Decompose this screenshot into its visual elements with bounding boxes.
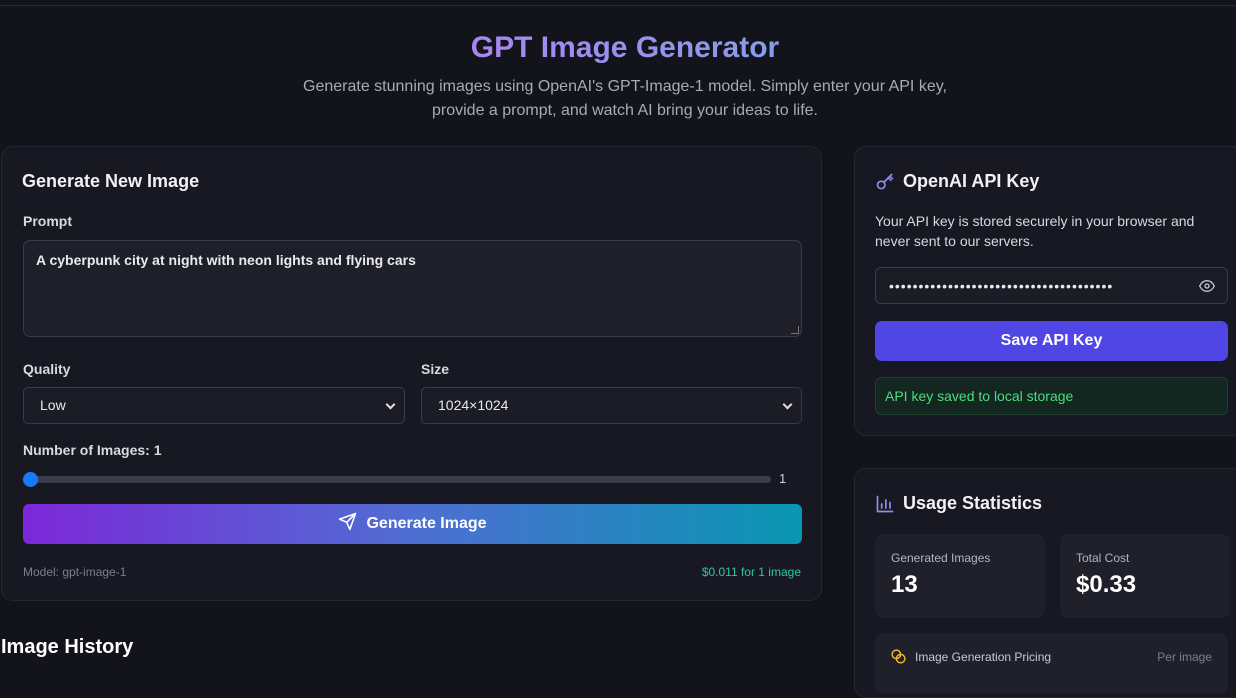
generated-images-value: 13 xyxy=(891,571,918,598)
pricing-unit: Per image xyxy=(1157,650,1212,664)
usage-stats-heading: Usage Statistics xyxy=(903,493,1043,513)
save-api-key-button[interactable]: Save API Key xyxy=(875,321,1228,361)
coins-icon xyxy=(890,648,907,670)
image-count-label: Number of Images: 1 xyxy=(23,442,162,458)
page-subtitle: Generate stunning images using OpenAI's … xyxy=(303,78,947,119)
generate-card: Generate New Image Prompt A cyberpunk ci… xyxy=(1,146,822,601)
chevron-down-icon xyxy=(782,399,793,410)
total-cost-stat: Total Cost $0.33 xyxy=(1060,534,1230,618)
api-key-description: Your API key is stored securely in your … xyxy=(875,213,1195,249)
quality-select[interactable]: Low xyxy=(23,387,405,424)
size-label: Size xyxy=(421,361,450,377)
prompt-label: Prompt xyxy=(23,213,72,229)
prompt-input[interactable]: A cyberpunk city at night with neon ligh… xyxy=(23,240,802,337)
model-info: Model: gpt-image-1 xyxy=(23,565,127,579)
pricing-label: Image Generation Pricing xyxy=(915,650,1052,664)
quality-label: Quality xyxy=(23,361,71,377)
usage-stats-card: Usage Statistics Generated Images 13 Tot… xyxy=(854,468,1236,698)
api-key-status-message: API key saved to local storage xyxy=(875,377,1228,415)
image-count-value: 1 xyxy=(779,471,787,486)
pricing-panel: Image Generation Pricing Per image xyxy=(875,633,1228,693)
send-icon xyxy=(338,512,357,536)
api-key-heading: OpenAI API Key xyxy=(903,171,1040,191)
resize-grip-icon[interactable] xyxy=(791,326,799,334)
chevron-down-icon xyxy=(385,399,396,410)
generated-images-stat: Generated Images 13 xyxy=(875,534,1045,618)
key-icon xyxy=(875,172,895,197)
slider-thumb[interactable] xyxy=(23,472,38,487)
total-cost-label: Total Cost xyxy=(1076,551,1130,565)
quality-value: Low xyxy=(40,397,66,413)
api-key-masked-value: •••••••••••••••••••••••••••••••••••••• xyxy=(889,278,1114,294)
generated-images-label: Generated Images xyxy=(891,551,991,565)
api-key-card: OpenAI API Key Your API key is stored se… xyxy=(854,146,1236,436)
image-count-slider[interactable] xyxy=(23,476,771,483)
generate-heading: Generate New Image xyxy=(22,171,200,191)
total-cost-value: $0.33 xyxy=(1076,571,1137,598)
api-key-input[interactable]: •••••••••••••••••••••••••••••••••••••• xyxy=(875,267,1228,304)
image-history-heading: Image History xyxy=(1,636,134,658)
prompt-text: A cyberpunk city at night with neon ligh… xyxy=(36,252,416,268)
generate-image-button[interactable]: Generate Image xyxy=(23,504,802,544)
eye-icon[interactable] xyxy=(1198,278,1216,297)
top-divider xyxy=(0,5,1236,6)
cost-estimate: $0.011 for 1 image xyxy=(701,565,801,579)
size-select[interactable]: 1024×1024 xyxy=(421,387,802,424)
bar-chart-icon xyxy=(875,494,895,519)
size-value: 1024×1024 xyxy=(438,397,509,413)
generate-button-label: Generate Image xyxy=(366,515,487,532)
page-title: GPT Image Generator xyxy=(0,30,1236,66)
